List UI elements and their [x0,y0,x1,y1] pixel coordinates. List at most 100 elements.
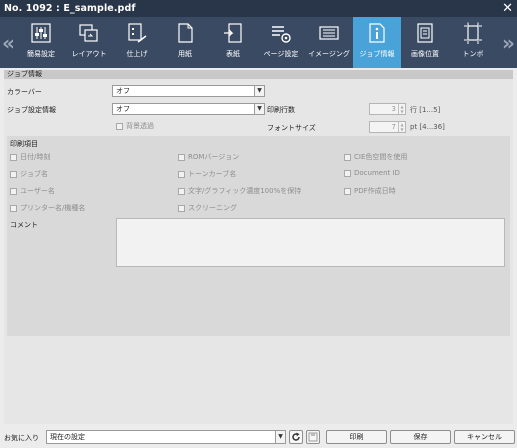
title-bar: No. 1092 : E_sample.pdf ✕ [0,0,517,17]
checkbox-box [10,204,17,212]
save-button[interactable]: 保存 [390,430,451,444]
comment-label: コメント [10,221,38,229]
tab-finishing[interactable]: 仕上げ [113,17,161,68]
window-title: No. 1092 : E_sample.pdf [4,3,136,14]
checkbox-box [178,170,185,178]
screening-checkbox[interactable]: スクリーニング [178,203,237,213]
scroll-left-icon[interactable]: « [0,17,17,68]
checkbox-label: 日付/時刻 [20,153,51,161]
finishing-icon [128,23,147,43]
tab-layout[interactable]: レイアウト [65,17,113,68]
stepper-arrows-icon: ▲ ▼ [398,104,405,114]
tab-label: 用紙 [178,50,192,58]
tab-image-position[interactable]: 画像位置 [401,17,449,68]
comment-textarea[interactable] [116,218,505,267]
font-size-value: 7 [391,123,396,131]
tab-label: 画像位置 [411,50,439,58]
stepper-arrows-icon: ▲ ▼ [398,122,405,132]
checkbox-box [116,122,123,130]
checkbox-label: トーンカーブ名 [188,170,237,178]
save-favorite-button[interactable] [306,430,320,444]
checkbox-label: スクリーニング [188,204,237,212]
job-info-icon [369,23,385,43]
print-lines-stepper[interactable]: 3 ▲ ▼ [369,103,406,115]
pdf-creation-date-checkbox[interactable]: PDF作成日時 [344,186,396,196]
checkbox-label: ユーザー名 [20,187,55,195]
tab-job-info[interactable]: ジョブ情報 [353,17,401,68]
chevron-down-icon: ▼ [254,86,264,96]
color-bar-label: カラーバー [7,88,42,96]
checkbox-box [344,169,351,177]
print-lines-range: 行 [1...5] [410,106,441,114]
tab-easy-settings[interactable]: 簡易設定 [17,17,65,68]
checkbox-label: PDF作成日時 [354,187,396,195]
checkbox-box [344,153,351,161]
tab-crop-marks[interactable]: トンボ [449,17,497,68]
sliders-icon [31,23,51,43]
page-settings-icon [272,26,291,43]
section-header-job-info: ジョブ情報 [4,70,513,79]
job-info-panel: ジョブ情報 カラーバー オフ ▼ ジョブ設定情報 オフ ▼ 背景透過 印刷行数 … [4,70,513,424]
checkbox-label: ジョブ名 [20,170,48,178]
tab-cover[interactable]: 表紙 [209,17,257,68]
keep-density-checkbox[interactable]: 文字/グラフィック濃度100%を保持 [178,186,301,196]
refresh-button[interactable] [289,430,303,444]
favorites-select[interactable]: 現在の設定 ▼ [46,430,286,444]
job-setting-label: ジョブ設定情報 [7,106,56,114]
job-name-checkbox[interactable]: ジョブ名 [10,169,48,179]
checkbox-box [10,153,17,161]
settings-tabs: 簡易設定 レイアウト 仕上げ 用紙 表紙 ページ設定 イメージング ジョブ情報 … [17,17,500,68]
floppy-disk-icon [308,432,318,442]
user-name-checkbox[interactable]: ユーザー名 [10,186,55,196]
favorites-label: お気に入り [4,434,39,442]
font-size-range: pt [4...36] [410,123,445,131]
cover-icon [224,23,242,43]
tab-label: イメージング [308,50,350,58]
tab-label: ページ設定 [263,50,299,58]
tab-label: ジョブ情報 [359,50,395,58]
checkbox-label: プリンター名/機種名 [20,204,86,212]
cancel-button[interactable]: キャンセル [454,430,515,444]
checkbox-box [178,187,185,195]
imaging-icon [319,26,339,40]
tab-label: トンボ [462,50,484,58]
font-size-stepper[interactable]: 7 ▲ ▼ [369,121,406,133]
background-transparency-checkbox[interactable]: 背景透過 [116,121,154,131]
checkbox-box [344,187,351,195]
print-lines-label: 印刷行数 [267,106,295,114]
settings-toolbar: « 簡易設定 レイアウト 仕上げ 用紙 表紙 ページ設定 イメージング ジョブ情… [0,17,517,68]
document-id-checkbox[interactable]: Document ID [344,169,400,177]
print-items-group: 印刷項目 日付/時刻 ROMバージョン CIE色空間を使用 ジョブ名 トーンカー… [7,136,510,336]
checkbox-label: ROMバージョン [188,153,240,161]
job-setting-select[interactable]: オフ ▼ [112,103,265,115]
tab-imaging[interactable]: イメージング [305,17,353,68]
paper-icon [178,23,193,43]
color-bar-select[interactable]: オフ ▼ [112,85,265,97]
job-setting-value: オフ [116,105,130,113]
tab-label: 仕上げ [126,50,148,58]
tab-label: 表紙 [226,50,240,58]
tab-label: 簡易設定 [27,50,55,58]
tone-curve-name-checkbox[interactable]: トーンカーブ名 [178,169,236,179]
checkbox-box [10,170,17,178]
tab-paper[interactable]: 用紙 [161,17,209,68]
close-icon[interactable]: ✕ [502,2,513,15]
rom-version-checkbox[interactable]: ROMバージョン [178,152,239,162]
cie-color-space-checkbox[interactable]: CIE色空間を使用 [344,152,407,162]
printer-name-checkbox[interactable]: プリンター名/機種名 [10,203,85,213]
date-time-checkbox[interactable]: 日付/時刻 [10,152,50,162]
refresh-icon [292,432,300,441]
print-items-title: 印刷項目 [10,140,38,148]
checkbox-box [10,187,17,195]
tab-label: レイアウト [71,50,107,58]
tab-page-settings[interactable]: ページ設定 [257,17,305,68]
checkbox-label: 背景透過 [126,122,154,130]
scroll-right-icon[interactable]: » [500,17,517,68]
chevron-down-icon: ▼ [254,104,264,114]
color-bar-value: オフ [116,87,130,95]
font-size-label: フォントサイズ [267,124,316,132]
layout-icon [79,24,98,42]
print-button[interactable]: 印刷 [326,430,387,444]
checkbox-label: 文字/グラフィック濃度100%を保持 [188,187,302,195]
print-lines-value: 3 [391,105,396,113]
